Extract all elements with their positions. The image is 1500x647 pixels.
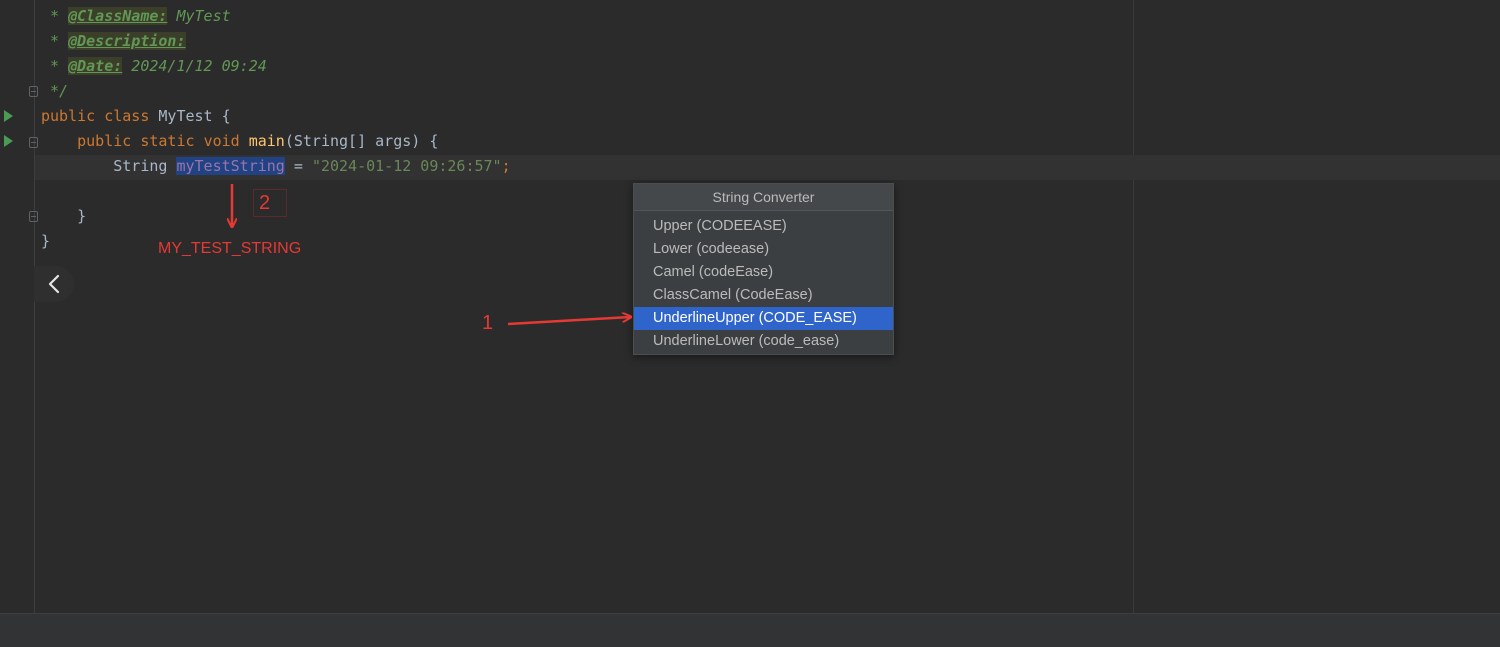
- annotation-step-1: 1: [482, 312, 493, 335]
- annotation-arrows: [0, 0, 1500, 646]
- annotation-step-2: 2: [259, 192, 270, 215]
- arrow-to-selected-option: [508, 317, 630, 324]
- bottom-status-bar: [0, 613, 1500, 647]
- annotation-result-text: MY_TEST_STRING: [158, 240, 301, 258]
